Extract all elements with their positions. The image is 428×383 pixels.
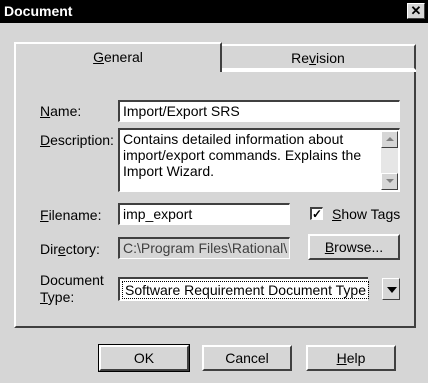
browse-button[interactable]: Browse...	[308, 234, 400, 260]
show-tags-accel: S	[332, 206, 342, 222]
description-field[interactable]: Contains detailed information about impo…	[118, 128, 400, 192]
description-label-text: escription:	[50, 132, 114, 148]
check-icon: ✓	[312, 207, 323, 221]
description-scrollbar[interactable]	[381, 131, 398, 190]
tab-revision[interactable]: Revision	[222, 44, 416, 70]
scroll-up-icon	[386, 137, 394, 141]
directory-label-accel: e	[57, 241, 66, 257]
cancel-button[interactable]: Cancel	[202, 345, 292, 371]
name-label: Name:	[40, 103, 81, 119]
tab-revision-label-pre: Re	[291, 50, 310, 66]
tab-general-label: eneral	[103, 49, 143, 65]
document-type-accel: T	[40, 289, 48, 305]
tab-revision-label: ision	[316, 50, 345, 66]
show-tags-label[interactable]: Show Tags	[332, 206, 400, 222]
directory-field: C:\Program Files\Rational\	[118, 237, 290, 259]
description-text: Contains detailed information about impo…	[123, 131, 362, 179]
filename-label-accel: F	[40, 207, 49, 223]
name-label-text: ame:	[50, 103, 82, 119]
help-accel: H	[336, 350, 347, 366]
filename-label-text: ilename:	[48, 207, 102, 223]
panel-divider	[222, 70, 416, 72]
ok-button[interactable]: OK	[98, 344, 190, 372]
document-type-value: Software Requirement Document Type	[122, 281, 369, 299]
document-type-dropdown-button[interactable]	[382, 278, 400, 300]
document-type-label: Document Type:	[40, 272, 104, 306]
scroll-up-button[interactable]	[381, 131, 398, 148]
description-label: Description:	[40, 132, 114, 148]
directory-label-text: ctory:	[65, 241, 100, 257]
dialog-title: Document	[4, 3, 73, 19]
help-button[interactable]: Help	[306, 345, 396, 371]
filename-label: Filename:	[40, 207, 101, 223]
name-label-accel: N	[40, 103, 51, 119]
close-icon: ✕	[410, 3, 422, 18]
tab-general[interactable]: General	[14, 42, 222, 72]
browse-label: rowse...	[334, 239, 384, 255]
scroll-down-button[interactable]	[381, 173, 398, 190]
browse-accel: B	[324, 239, 335, 255]
document-type-select[interactable]: Software Requirement Document Type	[118, 277, 369, 301]
description-label-accel: D	[40, 132, 51, 148]
title-bar[interactable]: Document ✕	[0, 0, 428, 23]
chevron-down-icon	[387, 287, 397, 293]
show-tags-text: how Tags	[341, 206, 401, 222]
document-type-label-line1: Document	[40, 272, 104, 288]
document-dialog: Document ✕ General Revision Name: Import…	[0, 0, 428, 383]
close-button[interactable]: ✕	[407, 3, 425, 19]
tab-revision-accel: v	[309, 50, 317, 66]
directory-label-pre: Dir	[40, 241, 58, 257]
help-label: elp	[346, 350, 366, 366]
document-type-label-text: ype:	[47, 289, 75, 305]
scroll-down-icon	[386, 179, 394, 183]
tab-general-accel: G	[93, 49, 104, 65]
filename-field[interactable]: imp_export	[118, 203, 290, 225]
directory-label: Directory:	[40, 241, 100, 257]
show-tags-checkbox[interactable]: ✓	[310, 207, 323, 220]
name-field[interactable]: Import/Export SRS	[118, 100, 400, 122]
